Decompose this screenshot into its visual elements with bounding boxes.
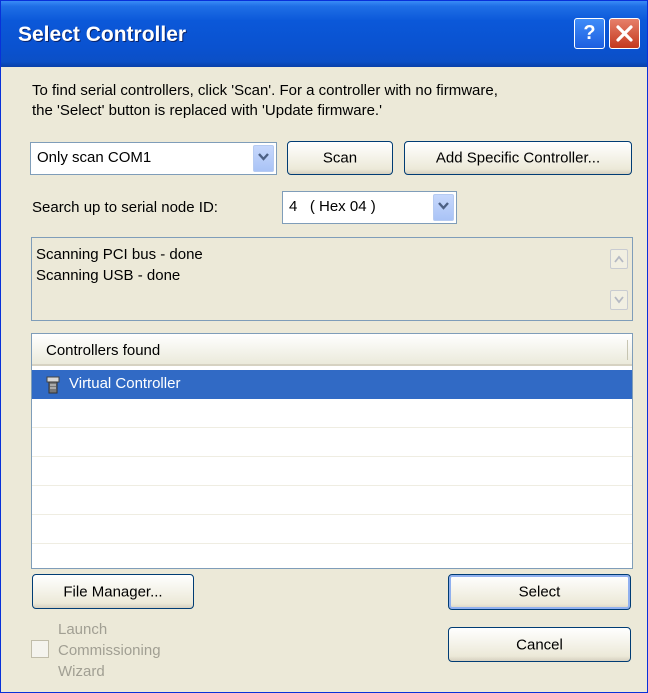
controller-row[interactable]: Virtual Controller [32, 370, 632, 399]
chevron-up-icon [614, 255, 624, 263]
cancel-button[interactable]: Cancel [448, 627, 631, 662]
add-specific-controller-label: Add Specific Controller... [435, 149, 601, 167]
launch-wizard-label: Launch Commissioning Wizard [58, 619, 161, 682]
instructions-text: To find serial controllers, click 'Scan'… [32, 81, 632, 121]
empty-row [32, 399, 632, 428]
file-manager-button[interactable]: File Manager... [32, 574, 194, 609]
scroll-down-button[interactable] [610, 290, 628, 310]
empty-row [32, 457, 632, 486]
file-manager-label: File Manager... [63, 583, 163, 600]
empty-row [32, 428, 632, 457]
controllers-list[interactable]: Controllers found Virtual Controller [31, 333, 633, 569]
node-id-dropdown[interactable]: 4 ( Hex 04 ) [282, 191, 457, 224]
scroll-up-button[interactable] [610, 249, 628, 269]
node-id-value: 4 ( Hex 04 ) [289, 198, 376, 215]
column-divider[interactable] [627, 340, 628, 360]
controllers-column-header[interactable]: Controllers found [32, 334, 632, 366]
help-button[interactable]: ? [574, 18, 605, 49]
empty-row [32, 486, 632, 515]
scan-button[interactable]: Scan [287, 141, 393, 175]
controller-icon [46, 376, 60, 394]
launch-wizard-checkbox[interactable] [31, 640, 49, 658]
chevron-down-icon[interactable] [433, 194, 454, 221]
scan-port-dropdown[interactable]: Only scan COM1 [30, 142, 277, 175]
status-line-1: Scanning PCI bus - done [36, 246, 203, 263]
scan-port-value: Only scan COM1 [37, 149, 152, 166]
scan-button-label: Scan [322, 149, 358, 167]
chevron-down-icon [614, 296, 624, 304]
select-button[interactable]: Select [448, 574, 631, 610]
instructions-line-1: To find serial controllers, click 'Scan'… [32, 82, 498, 99]
instructions-line-2: the 'Select' button is replaced with 'Up… [32, 102, 382, 119]
node-id-label: Search up to serial node ID: [32, 199, 218, 216]
empty-row [32, 515, 632, 544]
launch-wizard-label-line-1: Launch [58, 621, 108, 638]
controller-label: Virtual Controller [69, 375, 181, 392]
launch-wizard-label-line-2: Commissioning [58, 642, 161, 659]
chevron-down-icon[interactable] [253, 145, 274, 172]
cancel-button-label: Cancel [516, 636, 563, 653]
scan-status-log[interactable]: Scanning PCI bus - done Scanning USB - d… [31, 237, 633, 321]
title-bar[interactable]: Select Controller ? [1, 1, 647, 67]
controllers-header-label: Controllers found [46, 342, 161, 359]
launch-wizard-label-line-3: Wizard [58, 663, 105, 680]
close-icon [616, 25, 633, 42]
select-button-label: Select [518, 583, 561, 601]
add-specific-controller-button[interactable]: Add Specific Controller... [404, 141, 632, 175]
status-line-2: Scanning USB - done [36, 267, 181, 284]
close-button[interactable] [609, 18, 640, 49]
window-title: Select Controller [18, 23, 187, 46]
select-controller-dialog: Select Controller ? To find serial contr… [0, 0, 648, 693]
